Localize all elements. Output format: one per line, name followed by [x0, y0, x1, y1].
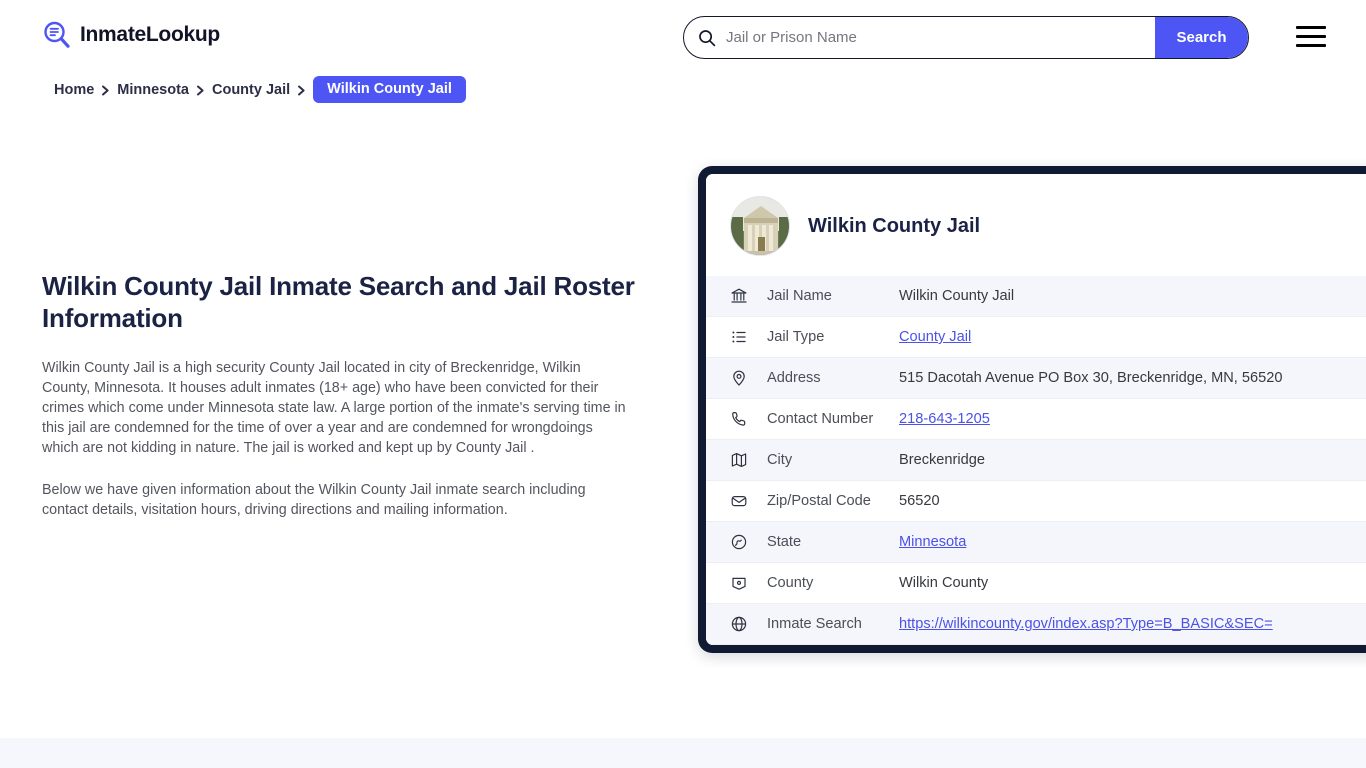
- map-icon: [730, 451, 748, 469]
- site-logo-text: InmateLookup: [80, 23, 220, 46]
- table-row: Inmate Search https://wilkincounty.gov/i…: [706, 604, 1366, 645]
- row-value-link[interactable]: Minnesota: [899, 534, 966, 550]
- row-label: Zip/Postal Code: [767, 493, 871, 509]
- row-value: 56520: [899, 493, 940, 509]
- breadcrumb-item-county-jail[interactable]: County Jail: [212, 82, 290, 98]
- table-row: State Minnesota: [706, 522, 1366, 563]
- table-row: County Wilkin County: [706, 563, 1366, 604]
- breadcrumb-item-home[interactable]: Home: [54, 82, 94, 98]
- row-label: Address: [767, 370, 821, 386]
- search-input[interactable]: [716, 17, 1155, 58]
- hamburger-bar: [1296, 44, 1326, 47]
- table-row: Jail Name Wilkin County Jail: [706, 276, 1366, 317]
- breadcrumb-current: Wilkin County Jail: [313, 76, 466, 103]
- hamburger-bar: [1296, 26, 1326, 29]
- description-paragraph-2: Below we have given information about th…: [42, 482, 586, 518]
- row-value: Wilkin County: [899, 575, 989, 591]
- hamburger-menu-icon[interactable]: [1296, 26, 1326, 47]
- search-button[interactable]: Search: [1155, 17, 1248, 58]
- row-label: Jail Name: [767, 288, 832, 304]
- globe-state-icon: [730, 533, 748, 551]
- courthouse-thumbnail: [730, 196, 790, 256]
- table-row: City Breckenridge: [706, 440, 1366, 481]
- hamburger-bar: [1296, 35, 1326, 38]
- row-label: County: [767, 575, 814, 591]
- phone-icon: [730, 410, 748, 428]
- chevron-right-icon: [297, 84, 306, 96]
- table-row: Contact Number 218-643-1205: [706, 399, 1366, 440]
- row-value-link[interactable]: 218-643-1205: [899, 411, 990, 427]
- page-title: Wilkin County Jail Inmate Search and Jai…: [42, 271, 635, 333]
- row-value-link[interactable]: County Jail: [899, 329, 971, 345]
- site-header: InmateLookup Search: [0, 0, 1366, 72]
- county-icon: [730, 574, 748, 592]
- table-row: Zip/Postal Code 56520: [706, 481, 1366, 522]
- row-label: Contact Number: [767, 411, 874, 427]
- site-logo[interactable]: InmateLookup: [42, 20, 220, 50]
- map-pin-icon: [730, 369, 748, 387]
- row-label: State: [767, 534, 802, 550]
- jail-info-card: Wilkin County Jail Jail Name Wilkin Coun…: [698, 166, 1366, 653]
- table-row: Address 515 Dacotah Avenue PO Box 30, Br…: [706, 358, 1366, 399]
- bank-icon: [730, 287, 748, 305]
- jail-info-card-title: Wilkin County Jail: [808, 214, 981, 237]
- page-root: InmateLookup Search Home Minnesota: [0, 0, 1366, 768]
- row-value: Breckenridge: [899, 452, 985, 468]
- magnifier-list-icon: [42, 20, 72, 50]
- chevron-right-icon: [196, 84, 205, 96]
- breadcrumb: Home Minnesota County Jail Wilkin County…: [54, 76, 466, 103]
- main-content: Wilkin County Jail Inmate Search and Jai…: [42, 270, 642, 542]
- row-value: Wilkin County Jail: [899, 288, 1015, 304]
- jail-info-card-body: Wilkin County Jail Jail Name Wilkin Coun…: [706, 174, 1366, 645]
- breadcrumb-item-minnesota[interactable]: Minnesota: [117, 82, 189, 98]
- table-row: Jail Type County Jail: [706, 317, 1366, 358]
- envelope-icon: [730, 492, 748, 510]
- footer-band: [0, 738, 1366, 768]
- web-globe-icon: [730, 615, 748, 633]
- row-label: Jail Type: [767, 329, 825, 345]
- jail-info-card-header: Wilkin County Jail: [706, 174, 1366, 276]
- row-label: Inmate Search: [767, 616, 862, 632]
- row-label: City: [767, 452, 793, 468]
- row-value-link[interactable]: https://wilkincounty.gov/index.asp?Type=…: [899, 616, 1273, 632]
- list-icon: [730, 328, 748, 346]
- chevron-right-icon: [101, 84, 110, 96]
- search-icon: [698, 29, 716, 47]
- search-bar: Search: [683, 16, 1249, 59]
- description-paragraph-1: Wilkin County Jail is a high security Co…: [42, 360, 626, 456]
- row-value: 515 Dacotah Avenue PO Box 30, Breckenrid…: [899, 370, 1283, 386]
